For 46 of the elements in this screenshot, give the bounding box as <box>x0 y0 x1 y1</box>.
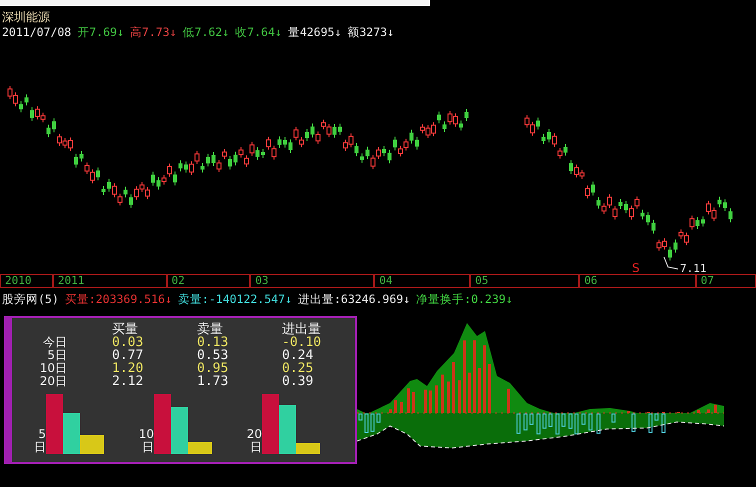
quote-value: 开7.69↓ <box>77 25 124 39</box>
row-label: 今日 <box>42 336 67 349</box>
table-cell-text: 0.77 <box>111 349 144 362</box>
table-cell-text: 0.95 <box>196 362 230 375</box>
quote-date: 2011/07/08 <box>2 25 72 39</box>
time-axis-label: 04 <box>374 274 470 288</box>
stock-name: 深圳能源 <box>1 11 50 24</box>
table-cell-text: 0.53 <box>196 349 230 362</box>
indicator-value: 卖量:-140122.547↓ <box>178 292 292 306</box>
row-label: 5日 <box>46 349 67 362</box>
column-header: 进出量 <box>281 323 322 336</box>
table-cell-text: 0.24 <box>281 349 314 362</box>
table-cell-text: 1.20 <box>111 362 144 375</box>
quote-value: 额3273↓ <box>347 25 394 39</box>
leader-line <box>664 256 678 270</box>
indicator-name: 股旁网(5) <box>2 292 59 306</box>
table-cell-text: 0.25 <box>281 362 314 375</box>
table-cell-text: -0.10 <box>281 336 322 349</box>
period-label: 5 日 <box>33 428 46 454</box>
time-axis-label: 2010 <box>0 274 53 288</box>
indicator-value: 进出量:63246.969↓ <box>298 292 410 306</box>
table-cell-text: 0.39 <box>281 375 314 388</box>
quote-value: 收7.64↓ <box>235 25 282 39</box>
table-cell-text: 2.12 <box>111 375 144 388</box>
time-axis-label: 05 <box>470 274 580 288</box>
row-label: 20日 <box>38 375 67 388</box>
quote-value: 高7.73↓ <box>130 25 177 39</box>
quote-value: 低7.62↓ <box>182 25 230 39</box>
time-axis-label: 06 <box>579 274 696 288</box>
row-label: 10日 <box>38 362 67 375</box>
indicator-value: 净量换手:0.239↓ <box>416 292 513 306</box>
table-cell-text: 0.03 <box>111 336 144 349</box>
time-axis-label: 07 <box>696 274 756 288</box>
time-axis-label: 02 <box>166 274 250 288</box>
signal-marker: S <box>632 261 640 272</box>
low-price-label: 7.11 <box>680 262 706 272</box>
column-header: 买量 <box>111 323 138 336</box>
period-label: 10 日 <box>138 428 154 454</box>
table-cell-text: 0.13 <box>196 336 230 349</box>
column-header: 卖量 <box>196 323 223 336</box>
quote-value: 量42695↓ <box>288 25 342 39</box>
table-cell-text: 1.73 <box>196 375 230 388</box>
period-label: 20 日 <box>246 428 262 454</box>
time-axis-label: 03 <box>250 274 374 288</box>
time-axis-label: 2011 <box>52 274 167 288</box>
indicator-value: 买量:203369.516↓ <box>64 292 172 306</box>
